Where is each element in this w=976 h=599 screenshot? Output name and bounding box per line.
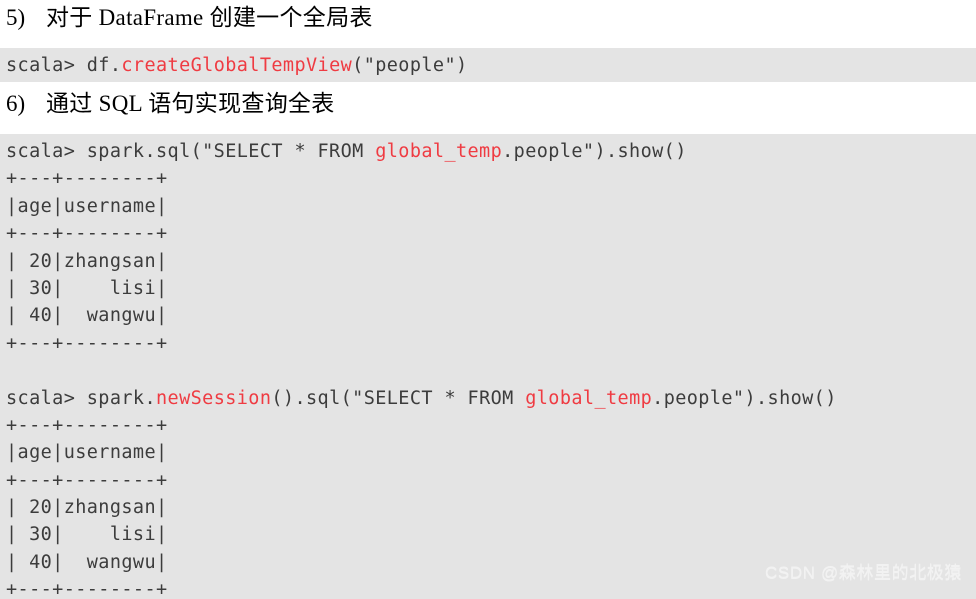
code-token: | 40| wangwu| <box>6 551 168 573</box>
code-token: ().sql("SELECT * FROM <box>271 387 526 409</box>
code-block-sql-query-output: scala> spark.sql("SELECT * FROM global_t… <box>0 134 976 599</box>
code-line: scala> spark.newSession().sql("SELECT * … <box>0 385 976 412</box>
code-line: +---+--------+ <box>0 412 976 439</box>
code-line: +---+--------+ <box>0 220 976 247</box>
heading-item-6: 6) 通过 SQL 语句实现查询全表 <box>0 92 335 115</box>
code-token: |age|username| <box>6 195 168 217</box>
code-line: +---+--------+ <box>0 165 976 192</box>
csdn-watermark: CSDN @森林里的北极猿 <box>765 563 962 582</box>
code-token: +---+--------+ <box>6 579 168 599</box>
code-line: | 30| lisi| <box>0 521 976 548</box>
code-token: | 40| wangwu| <box>6 305 168 327</box>
code-token: scala> spark. <box>6 387 156 409</box>
code-token: .people").show() <box>652 387 837 409</box>
code-token: | 20|zhangsan| <box>6 250 168 272</box>
code-line: | 30| lisi| <box>0 275 976 302</box>
code-token: +---+--------+ <box>6 332 168 354</box>
code-token: +---+--------+ <box>6 469 168 491</box>
code-token-highlight: global_temp <box>525 387 653 409</box>
heading-number: 6) <box>6 91 26 116</box>
code-token: scala> df. <box>6 55 122 76</box>
code-token-highlight: createGlobalTempView <box>121 55 353 76</box>
code-token: | 20|zhangsan| <box>6 497 168 519</box>
code-token: |age|username| <box>6 442 168 464</box>
code-line: scala> spark.sql("SELECT * FROM global_t… <box>0 138 976 165</box>
code-token: ("people") <box>352 55 468 76</box>
heading-label: 对于 DataFrame 创建一个全局表 <box>46 5 373 30</box>
code-line: +---+--------+ <box>0 467 976 494</box>
code-token-highlight: newSession <box>156 387 272 409</box>
code-line: | 40| wangwu| <box>0 302 976 329</box>
code-block-create-global-temp-view: scala> df.createGlobalTempView("people") <box>0 48 976 82</box>
code-line: | 20|zhangsan| <box>0 494 976 521</box>
code-token: | 30| lisi| <box>6 277 168 299</box>
code-line: +---+--------+ <box>0 330 976 357</box>
code-line: |age|username| <box>0 193 976 220</box>
code-token: | 30| lisi| <box>6 524 168 546</box>
code-line: scala> df.createGlobalTempView("people") <box>0 52 976 79</box>
code-token: .people").show() <box>502 141 687 162</box>
heading-label: 通过 SQL 语句实现查询全表 <box>46 91 335 116</box>
heading-item-5: 5) 对于 DataFrame 创建一个全局表 <box>0 6 373 29</box>
code-line: |age|username| <box>0 439 976 466</box>
code-token: +---+--------+ <box>6 168 168 190</box>
code-token: +---+--------+ <box>6 223 168 245</box>
code-token: +---+--------+ <box>6 414 168 436</box>
heading-number: 5) <box>6 5 26 30</box>
code-line: | 20|zhangsan| <box>0 248 976 275</box>
code-token-highlight: global_temp <box>375 141 503 162</box>
code-token: scala> spark.sql("SELECT * FROM <box>6 141 376 162</box>
document-page: 5) 对于 DataFrame 创建一个全局表 scala> df.create… <box>0 0 976 599</box>
